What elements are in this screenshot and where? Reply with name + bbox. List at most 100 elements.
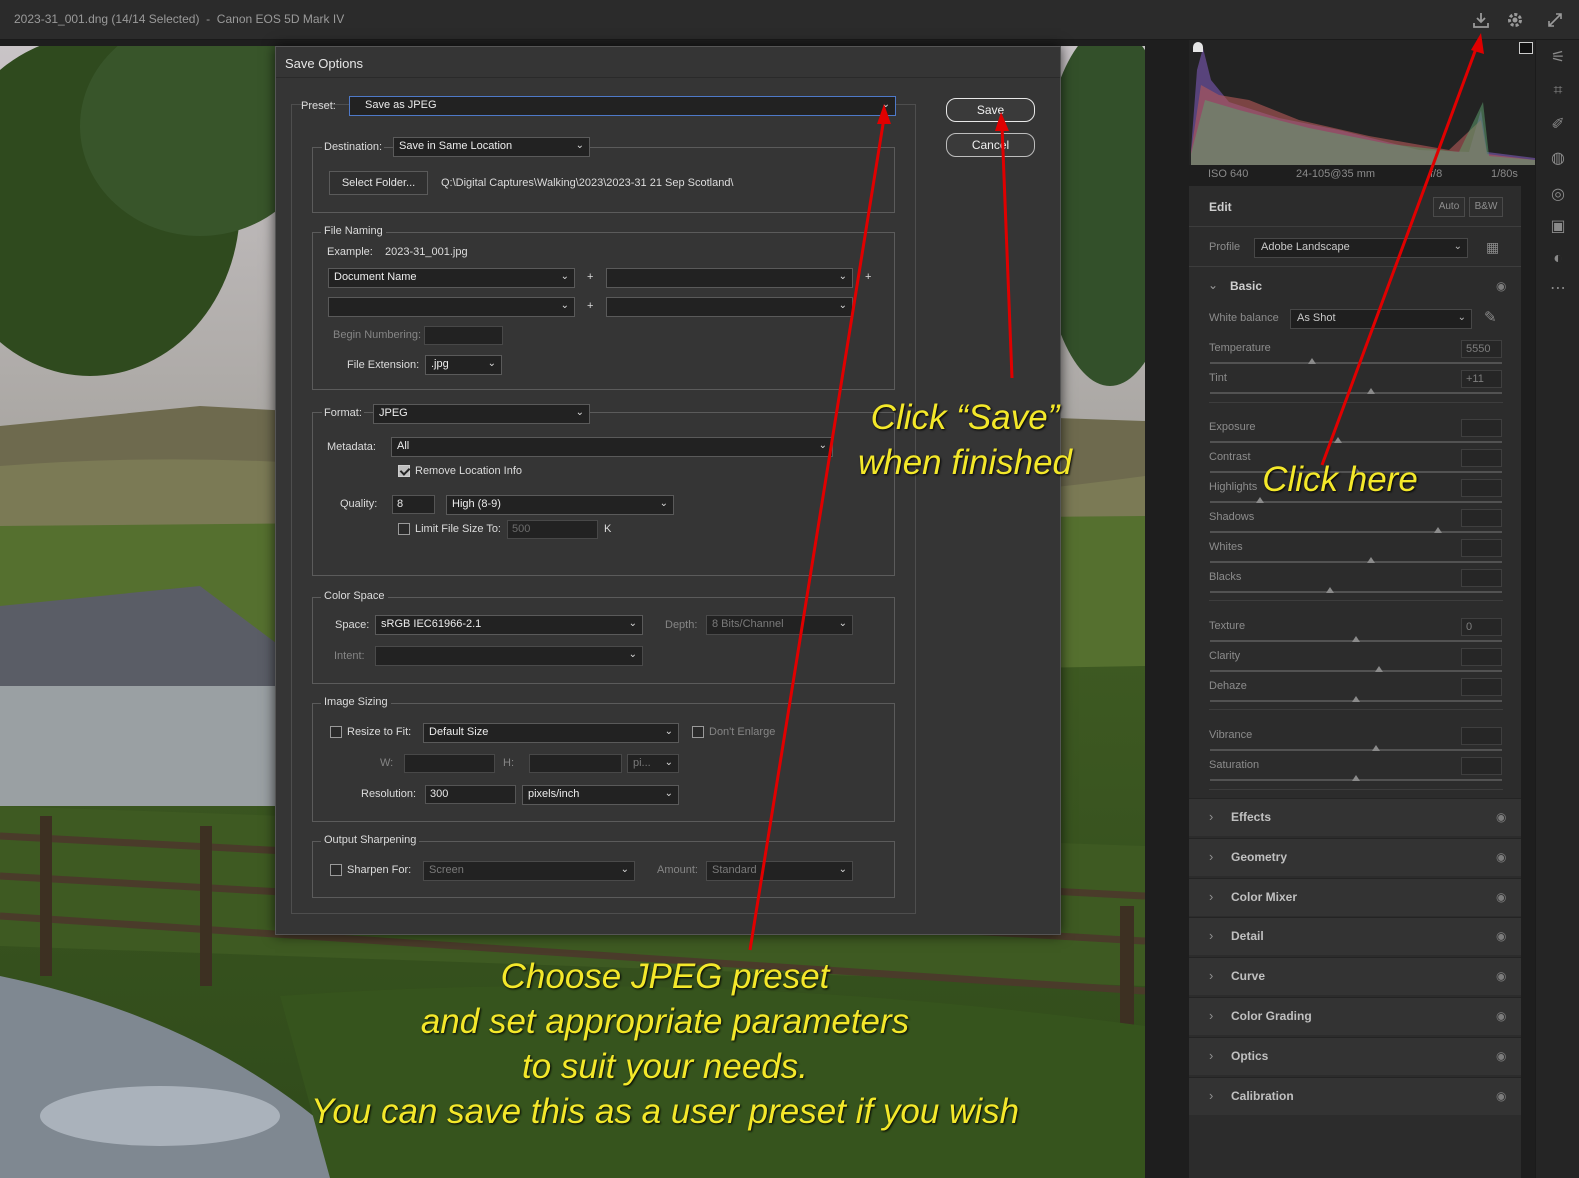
slider-value[interactable] (1461, 419, 1502, 437)
sharpen-checkbox[interactable] (330, 864, 342, 876)
slider-value[interactable] (1461, 678, 1502, 696)
metadata-select[interactable]: All ⌄ (391, 437, 833, 457)
section-optics[interactable]: › Optics ◉ (1189, 1036, 1521, 1075)
crop-icon[interactable]: ⌗ (1536, 78, 1579, 104)
auto-button[interactable]: Auto (1433, 197, 1465, 217)
redeye-icon[interactable]: ◎ (1536, 182, 1579, 208)
naming-field-3[interactable]: ⌄ (328, 297, 575, 317)
section-calibration[interactable]: › Calibration ◉ (1189, 1076, 1521, 1115)
intent-select[interactable]: ⌄ (375, 646, 643, 666)
slider-value[interactable]: +11 (1461, 370, 1502, 388)
slider-knob[interactable] (1372, 745, 1380, 751)
eye-icon[interactable]: ◉ (1496, 969, 1506, 983)
more-icon[interactable]: ⋯ (1536, 276, 1579, 302)
destination-select[interactable]: Save in Same Location ⌄ (393, 137, 590, 157)
save-button[interactable]: Save (946, 98, 1035, 122)
resolution-unit-select[interactable]: pixels/inch ⌄ (522, 785, 679, 805)
width-input[interactable] (404, 754, 495, 773)
sharpen-select[interactable]: Screen ⌄ (423, 861, 635, 881)
slider-knob[interactable] (1375, 666, 1383, 672)
section-effects[interactable]: › Effects ◉ (1189, 798, 1521, 836)
slider-track[interactable] (1210, 591, 1502, 593)
slider-track[interactable] (1210, 362, 1502, 364)
quality-input[interactable]: 8 (392, 495, 435, 514)
slider-track[interactable] (1210, 749, 1502, 751)
size-units-select[interactable]: pi... ⌄ (627, 754, 679, 773)
resolution-input[interactable]: 300 (425, 785, 516, 804)
white-balance-select[interactable]: As Shot ⌄ (1290, 309, 1472, 329)
amount-select[interactable]: Standard ⌄ (706, 861, 853, 881)
healing-icon[interactable]: ✐ (1536, 112, 1579, 138)
slider-track[interactable] (1210, 670, 1502, 672)
slider-value[interactable] (1461, 479, 1502, 497)
quality-level-select[interactable]: High (8-9) ⌄ (446, 495, 674, 515)
naming-field-2[interactable]: ⌄ (606, 268, 853, 288)
eye-icon[interactable]: ◉ (1496, 1009, 1506, 1023)
space-select[interactable]: sRGB IEC61966-2.1 ⌄ (375, 615, 643, 635)
gear-icon[interactable] (1505, 10, 1525, 30)
slider-track[interactable] (1210, 441, 1502, 443)
eye-icon[interactable]: ◉ (1496, 279, 1506, 293)
resize-select[interactable]: Default Size ⌄ (423, 723, 679, 743)
depth-select[interactable]: 8 Bits/Channel ⌄ (706, 615, 853, 635)
begin-numbering-input[interactable] (424, 326, 503, 345)
slider-knob[interactable] (1434, 527, 1442, 533)
section-curve[interactable]: › Curve ◉ (1189, 957, 1521, 996)
slider-value[interactable] (1461, 509, 1502, 527)
height-input[interactable] (529, 754, 622, 773)
slider-value[interactable] (1461, 539, 1502, 557)
dont-enlarge-checkbox[interactable] (692, 726, 704, 738)
naming-field-4[interactable]: ⌄ (606, 297, 853, 317)
eye-icon[interactable]: ◉ (1496, 1089, 1506, 1103)
profile-browser-icon[interactable]: ▦ (1486, 239, 1499, 256)
expand-icon[interactable] (1545, 10, 1565, 30)
slider-value[interactable] (1461, 727, 1502, 745)
remove-location-checkbox[interactable] (398, 465, 410, 477)
slider-track[interactable] (1210, 531, 1502, 533)
section-detail[interactable]: › Detail ◉ (1189, 917, 1521, 956)
slider-knob[interactable] (1334, 437, 1342, 443)
resize-checkbox[interactable] (330, 726, 342, 738)
presets-icon[interactable]: ◐ (1536, 246, 1579, 272)
slider-knob[interactable] (1352, 636, 1360, 642)
mask-icon[interactable]: ◍ (1536, 146, 1579, 172)
bw-button[interactable]: B&W (1469, 197, 1503, 217)
slider-knob[interactable] (1308, 358, 1316, 364)
slider-knob[interactable] (1367, 388, 1375, 394)
slider-track[interactable] (1210, 561, 1502, 563)
slider-value[interactable] (1461, 648, 1502, 666)
edit-sliders-icon[interactable]: ⚟ (1536, 45, 1579, 71)
naming-field-1[interactable]: Document Name ⌄ (328, 268, 575, 288)
limit-size-checkbox[interactable] (398, 523, 410, 535)
slider-knob[interactable] (1326, 587, 1334, 593)
chevron-down-icon[interactable]: ⌄ (1208, 278, 1218, 292)
slider-value[interactable] (1461, 757, 1502, 775)
download-icon[interactable] (1471, 10, 1491, 30)
eye-icon[interactable]: ◉ (1496, 850, 1506, 864)
section-color-grading[interactable]: › Color Grading ◉ (1189, 997, 1521, 1035)
eye-icon[interactable]: ◉ (1496, 929, 1506, 943)
slider-knob[interactable] (1352, 775, 1360, 781)
slider-track[interactable] (1210, 392, 1502, 394)
slider-track[interactable] (1210, 501, 1502, 503)
limit-size-input[interactable]: 500 (507, 520, 598, 539)
select-folder-button[interactable]: Select Folder... (329, 171, 428, 195)
slider-value[interactable]: 0 (1461, 618, 1502, 636)
eye-icon[interactable]: ◉ (1496, 1049, 1506, 1063)
format-select[interactable]: JPEG ⌄ (373, 404, 590, 424)
slider-knob[interactable] (1352, 696, 1360, 702)
highlight-clip-icon[interactable] (1519, 42, 1533, 54)
shadow-clip-icon[interactable] (1193, 42, 1203, 52)
section-color-mixer[interactable]: › Color Mixer ◉ (1189, 877, 1521, 916)
slider-value[interactable] (1461, 449, 1502, 467)
basic-title[interactable]: Basic (1230, 279, 1262, 293)
slider-value[interactable]: 5550 (1461, 340, 1502, 358)
file-extension-select[interactable]: .jpg ⌄ (425, 355, 502, 375)
eye-icon[interactable]: ◉ (1496, 890, 1506, 904)
slider-value[interactable] (1461, 569, 1502, 587)
eyedropper-icon[interactable]: ✎ (1484, 308, 1497, 326)
cancel-button[interactable]: Cancel (946, 133, 1035, 157)
profile-select[interactable]: Adobe Landscape ⌄ (1254, 238, 1468, 258)
eye-icon[interactable]: ◉ (1496, 810, 1506, 824)
preset-select[interactable]: Save as JPEG ⌄ (349, 96, 896, 116)
